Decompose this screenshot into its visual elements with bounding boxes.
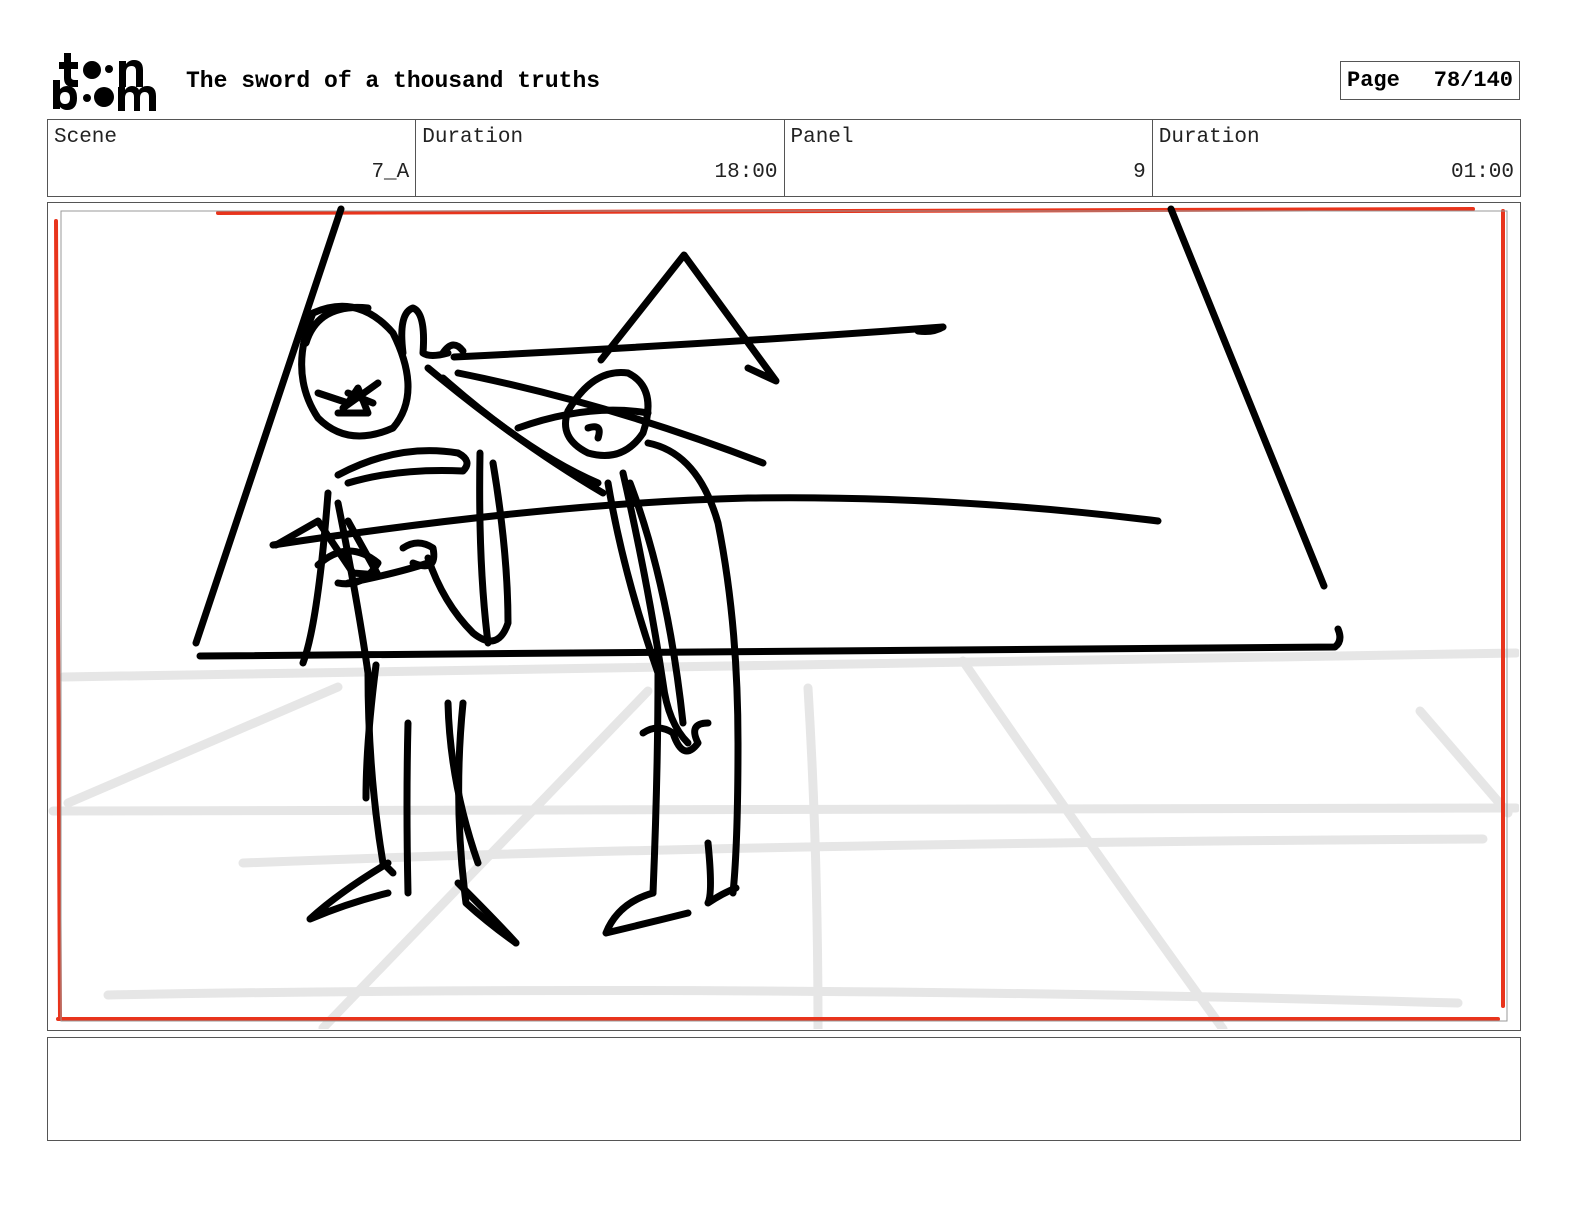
- panel-image-frame: [47, 202, 1521, 1031]
- page-label: Page: [1347, 68, 1400, 93]
- page-value: 78/140: [1433, 68, 1513, 93]
- panel-label: Panel: [790, 126, 854, 149]
- scene-value: 7_A: [371, 161, 410, 184]
- logo-letter-t: [59, 53, 78, 87]
- logo-letter-n: [119, 60, 143, 87]
- storyboard-sketch: [48, 205, 1519, 1029]
- panel-notes-box: [47, 1037, 1521, 1141]
- safe-frame: [54, 207, 1505, 1021]
- panel-value: 9: [1133, 161, 1146, 184]
- page-counter: Page 78/140: [1340, 61, 1520, 100]
- scene-duration-label: Duration: [422, 126, 524, 149]
- panel-duration-label: Duration: [1158, 126, 1260, 149]
- logo-dot: [105, 65, 113, 73]
- panel-cell: Panel 9: [783, 120, 1152, 196]
- floor-guides: [48, 648, 1519, 1029]
- scene-duration-cell: Duration 18:00: [415, 120, 783, 196]
- scene-label: Scene: [54, 126, 118, 149]
- logo-dot: [94, 87, 114, 107]
- panel-duration-value: 01:00: [1450, 161, 1514, 184]
- storyboard-title: The sword of a thousand truths: [186, 68, 601, 94]
- scene-cell: Scene 7_A: [48, 120, 415, 196]
- sketch-lines: [192, 205, 1344, 947]
- logo-letter-m: [118, 86, 156, 111]
- logo-dot: [83, 61, 101, 79]
- scene-duration-value: 18:00: [714, 161, 778, 184]
- panel-info-row: Scene 7_A Duration 18:00 Panel 9 Duratio…: [47, 119, 1521, 197]
- logo-dot: [83, 94, 91, 102]
- inner-frame: [60, 210, 1508, 1022]
- panel-duration-cell: Duration 01:00: [1151, 120, 1520, 196]
- toon-boom-logo: [53, 53, 156, 111]
